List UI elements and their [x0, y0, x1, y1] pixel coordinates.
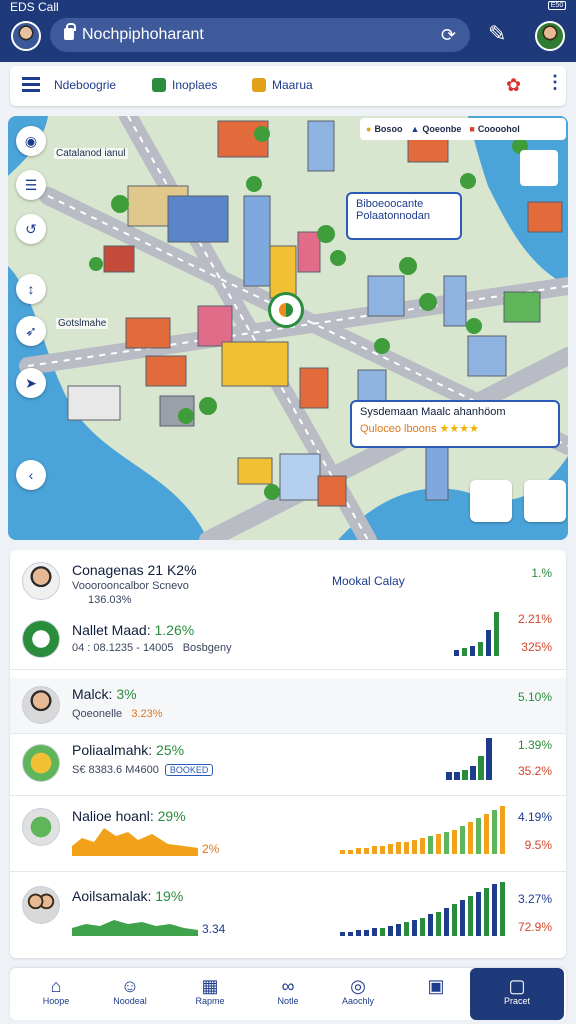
person-icon: ☺	[120, 976, 140, 996]
avatar	[22, 686, 60, 724]
bar-chart	[340, 806, 505, 854]
person-thumbnail[interactable]	[524, 480, 566, 522]
profile-avatar[interactable]	[535, 21, 565, 51]
results-panel: Conagenas 21 K2% Vooorooncalbor Scnevo 1…	[10, 550, 566, 958]
map-callout[interactable]: Biboeoocante Polaatonnodan	[346, 192, 462, 240]
navigation-icon[interactable]: ➤	[16, 368, 46, 398]
pen-icon[interactable]: ✎	[488, 21, 506, 47]
compass-icon[interactable]: ➶	[16, 316, 46, 346]
truck-icon	[22, 808, 60, 846]
chart-icon: ▦	[201, 976, 219, 996]
route-icon[interactable]: ↺	[16, 214, 46, 244]
avatar	[22, 562, 60, 600]
rating-stars: ★★★★	[439, 423, 479, 435]
home-icon: ⌂	[50, 976, 62, 996]
map-legend: ● Bosoo ▲ Qoeonbe ■ Coooohol	[360, 118, 566, 140]
sparkline-chart	[446, 738, 492, 780]
battery-icon: E50	[548, 1, 566, 10]
city-map[interactable]: ● Bosoo ▲ Qoeonbe ■ Coooohol ◉ ☰ ↺ ↕ ➶ ➤ ‹ …	[8, 116, 568, 540]
bar-chart	[340, 882, 505, 936]
bottom-navigation: ⌂ Hoope ☺ Noodeal ▦ Rapme ∞ Notle ◎ Aaoc…	[10, 968, 566, 1020]
tab-people[interactable]: ☺ Noodeal	[98, 968, 162, 1020]
menu-icon[interactable]	[22, 77, 40, 93]
address-bar[interactable]: Nochpiphoharant ⟳	[50, 18, 470, 52]
status-text: EDS Call	[10, 0, 59, 14]
chat-icon	[152, 78, 166, 92]
back-icon[interactable]: ‹	[16, 460, 46, 490]
browser-top-bar: EDS Call E50 Nochpiphoharant ⟳ ✎	[0, 0, 576, 62]
more-vert-icon[interactable]: ⋮	[546, 72, 564, 93]
location-pin-icon[interactable]	[268, 292, 304, 328]
avatar[interactable]	[11, 21, 41, 51]
filter-icon[interactable]: ☰	[16, 170, 46, 200]
url-text: Nochpiphoharant	[82, 26, 204, 43]
tab-reports[interactable]: ▦ Rapme	[178, 968, 242, 1020]
tab-activity[interactable]: ◎ Aaochly	[326, 968, 390, 1020]
location-icon[interactable]: ◉	[16, 126, 46, 156]
map-layers-button[interactable]	[520, 150, 558, 186]
list-item[interactable]: Nalioe hoanl: 29% 2% 4.19% 9.5%	[10, 796, 566, 872]
tab-profile[interactable]: ▢ Pracet	[470, 968, 564, 1020]
tab-home[interactable]: ⌂ Hoope	[24, 968, 88, 1020]
profile-icon: ▢	[508, 976, 526, 996]
list-item[interactable]: Poliaalmahk: 25% S€ 8383.6 M4600 BOOKED 1…	[10, 734, 566, 796]
nav-item-places[interactable]: Inoplaes	[152, 78, 217, 92]
reload-icon[interactable]: ⟳	[441, 25, 456, 46]
calendar-icon: ▣	[427, 976, 445, 996]
area-chart	[72, 828, 198, 856]
nav-item-map[interactable]: Ndeboogrie	[54, 78, 116, 92]
list-item[interactable]: Conagenas 21 K2% Vooorooncalbor Scnevo 1…	[10, 550, 566, 670]
map-label: Catalanod ianul	[54, 148, 128, 159]
app-header: Ndeboogrie Inoplaes Maarua ✿ ⋮	[10, 66, 566, 106]
tab-explore[interactable]: ∞ Notle	[256, 968, 320, 1020]
list-item[interactable]: Malck: 3% Qoeonelle 3.23% 5.10%	[10, 678, 566, 734]
nav-item-transit[interactable]: Maarua	[252, 78, 313, 92]
place-callout[interactable]: Sysdemaan Maalc ahanhöom Quloceo lboons …	[350, 400, 560, 448]
area-chart	[72, 920, 198, 936]
group-avatar	[22, 886, 60, 924]
binoculars-icon: ∞	[281, 976, 295, 996]
bus-icon	[252, 78, 266, 92]
list-item[interactable]: Aoilsamalak: 19% 3.34 3.27% 72.9%	[10, 872, 566, 958]
place-icon	[22, 620, 60, 658]
map-label: Gotslmahe	[56, 318, 109, 329]
lock-icon	[64, 23, 76, 40]
tab-calendar[interactable]: ▣	[404, 968, 468, 1020]
flower-icon[interactable]: ✿	[506, 75, 521, 96]
walk-icon[interactable]: ↕	[16, 274, 46, 304]
building-thumbnail[interactable]	[470, 480, 512, 522]
compass-icon: ◎	[350, 976, 366, 996]
plant-icon	[22, 744, 60, 782]
sparkline-chart	[454, 612, 499, 656]
